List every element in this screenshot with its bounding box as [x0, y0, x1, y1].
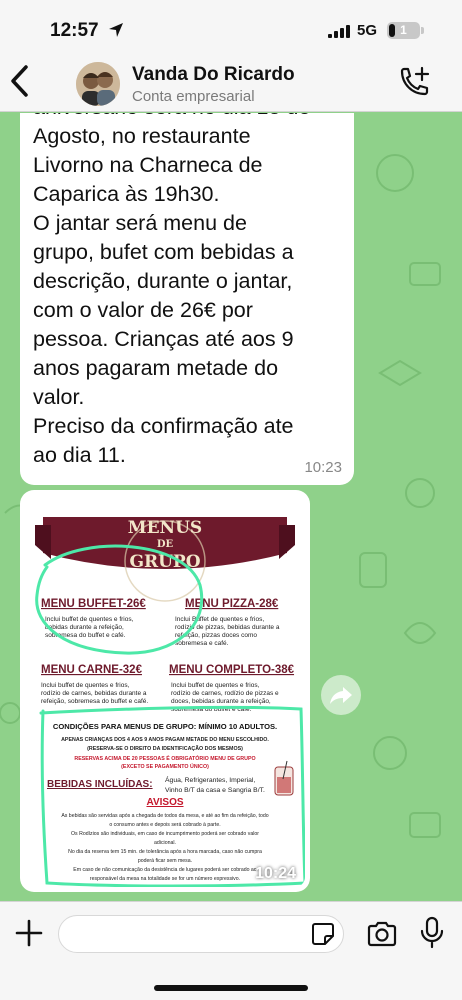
poster-text-line: rodízio de carnes, bebidas durante a: [41, 690, 147, 697]
menu-completo-title: MENU COMPLETO-38€: [169, 664, 295, 676]
poster-text-line: Inclui buffet de quentes e frios,: [171, 682, 260, 689]
chat-area[interactable]: aniversário será no dia 18 de Agosto, no…: [0, 113, 462, 901]
contact-name[interactable]: Vanda Do Ricardo: [132, 64, 295, 86]
image-message-time: 10:24: [255, 865, 296, 882]
composer-bar: [0, 901, 462, 1000]
back-chevron-icon[interactable]: [8, 64, 32, 98]
reserva-line-1: RESERVAS ACIMA DE 20 PESSOAS É OBRIGATÓR…: [74, 754, 255, 762]
home-indicator: [154, 985, 308, 991]
message-bubble-image[interactable]: MENUS DE GRUPO MENU BUFFET-26€ Inclui bu…: [20, 490, 310, 892]
poster-text-line: doces, bebidas durante a refeição,: [171, 698, 271, 705]
poster-text-line: refeição, sobremesa do buffet e café.: [41, 698, 148, 705]
avisos-title: AVISOS: [146, 797, 183, 808]
poster-text-line: Vinho B/T da casa e Sangria B/T.: [165, 787, 265, 794]
message-time: 10:23: [304, 459, 342, 476]
conditions-title: CONDIÇÕES PARA MENUS DE GRUPO: MÍNIMO 10…: [53, 722, 277, 731]
poster-text-line: Água, Refrigerantes, Imperial,: [165, 775, 255, 784]
forward-icon[interactable]: [321, 675, 361, 715]
message-bubble-text[interactable]: aniversário será no dia 18 de Agosto, no…: [20, 113, 354, 485]
sticker-icon[interactable]: [310, 921, 336, 947]
network-type: 5G: [357, 22, 378, 39]
battery-label: 1: [400, 23, 407, 37]
reserva-line-2: (EXCETO SE PAGAMENTO ÚNICO): [121, 763, 209, 770]
menu-pizza-title: MENU PIZZA-28€: [185, 598, 279, 610]
aviso-line: As bebidas são servidas após a chegada d…: [61, 813, 268, 819]
menu-carne-title: MENU CARNE-32€: [41, 664, 143, 676]
poster-text-line: Inclui Buffet de quentes e frios,: [175, 616, 264, 623]
battery-tip: [421, 27, 424, 34]
poster-title-de: DE: [157, 539, 174, 550]
conditions-line-1: APENAS CRIANÇAS DOS 4 AOS 9 ANOS PAGAM M…: [61, 737, 269, 743]
avatar[interactable]: [76, 62, 120, 106]
cellular-signal-icon: [328, 25, 350, 38]
aviso-line: Em caso de não comunicação da desistênci…: [73, 867, 257, 873]
menu-buffet-title: MENU BUFFET-26€: [41, 598, 146, 610]
aviso-line: Os Rodízios são individuais, em caso de …: [71, 831, 259, 837]
status-time: 12:57: [50, 20, 99, 41]
battery-icon: 1: [387, 22, 420, 39]
message-input[interactable]: [58, 915, 344, 953]
poster-text-line: Inclui buffet de quentes e frios,: [41, 682, 130, 689]
aviso-line: No dia da reserva tem 15 min. de tolerân…: [68, 849, 262, 855]
poster-text-line: bebidas durante a refeição,: [45, 624, 124, 631]
message-text: aniversário será no dia 18 de Agosto, no…: [33, 113, 310, 467]
menu-carne-desc: Inclui buffet de quentes e frios, rodízio…: [41, 682, 148, 705]
aviso-line: responsável da mesa na totalidade se for…: [90, 876, 240, 882]
menu-pizza-desc: Inclui Buffet de quentes e frios, rodízio…: [175, 616, 280, 647]
aviso-line: poderá ficar sem mesa.: [138, 858, 192, 864]
bebidas-text: Água, Refrigerantes, Imperial, Vinho B/T …: [165, 775, 265, 794]
bebidas-title: BEBIDAS INCLUÍDAS:: [47, 777, 153, 790]
microphone-icon[interactable]: [418, 915, 446, 951]
aviso-line: o consumo antes e depois será cobrado à …: [109, 822, 220, 828]
conditions-line-2: (RESERVA-SE O DIREITO DA IDENTIFICAÇÃO D…: [87, 745, 243, 752]
call-add-icon[interactable]: [398, 66, 432, 98]
location-arrow-icon: [109, 23, 123, 37]
menu-poster-graphic: MENUS DE GRUPO MENU BUFFET-26€ Inclui bu…: [35, 517, 305, 887]
poster-text-line: sobremesa e café.: [175, 640, 229, 647]
aviso-line: adicional.: [154, 840, 176, 846]
contact-subtitle: Conta empresarial: [132, 88, 255, 105]
drink-glass-icon: [274, 760, 294, 796]
avisos-list: As bebidas são servidas após a chegada d…: [61, 813, 268, 882]
menu-poster-image[interactable]: MENUS DE GRUPO MENU BUFFET-26€ Inclui bu…: [25, 495, 305, 887]
avatar-photo: [76, 62, 120, 106]
poster-title-menus: MENUS: [128, 518, 202, 538]
poster-text-line: Inclui buffet de quentes e frios,: [45, 616, 134, 623]
plus-icon[interactable]: [14, 918, 44, 948]
camera-icon[interactable]: [366, 919, 398, 949]
top-bar: 12:57 5G 1 Vanda Do Ricardo Conta empres…: [0, 0, 462, 112]
poster-text-line: rodízio de carnes, rodízio de pizzas e: [171, 690, 279, 697]
